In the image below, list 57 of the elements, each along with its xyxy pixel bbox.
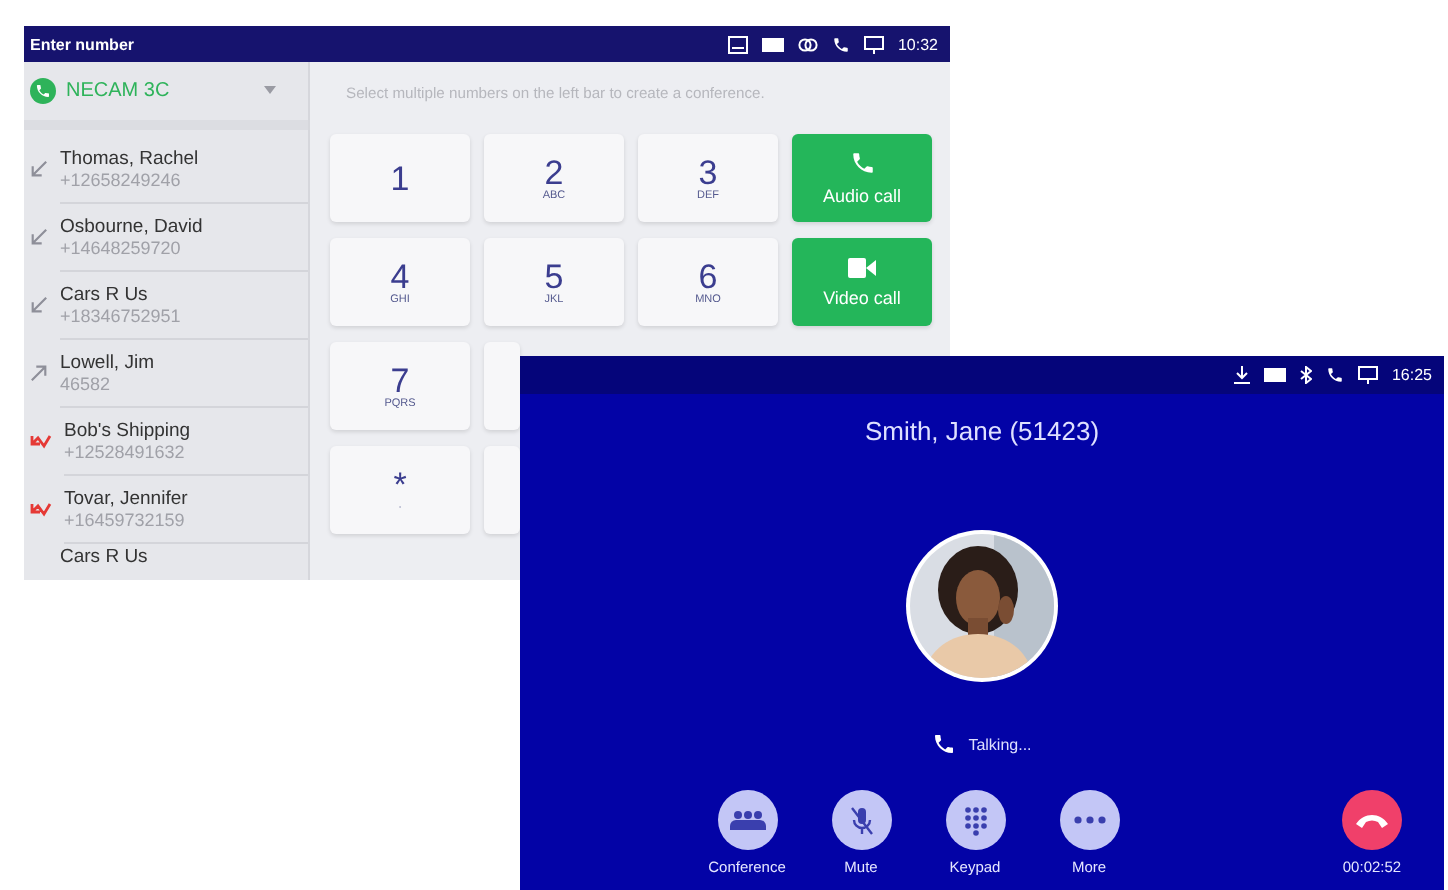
- more-button[interactable]: [1059, 790, 1119, 850]
- contact-name: Cars R Us: [60, 546, 150, 569]
- contact-name: Lowell, Jim: [60, 351, 156, 374]
- phone-number: +12658249246: [60, 169, 183, 190]
- phone-number: 46582: [60, 373, 113, 394]
- monitor-icon: [863, 35, 884, 53]
- call-history-item[interactable]: Tovar, Jennifer +16459732159: [24, 475, 308, 544]
- call-history-item[interactable]: Cars R Us: [24, 543, 308, 580]
- contact-name: Thomas, Rachel: [60, 147, 201, 170]
- more-icon: [1073, 816, 1105, 824]
- dial-key[interactable]: 1: [330, 134, 470, 222]
- call-history-item[interactable]: Thomas, Rachel +12658249246: [24, 135, 308, 204]
- phone-number: +16459732159: [64, 509, 187, 530]
- hdmi-icon: [1263, 368, 1286, 382]
- screenshot-icon[interactable]: [727, 35, 748, 53]
- caller-name: Smith, Jane (51423): [864, 416, 1100, 446]
- phone-icon: [1325, 366, 1344, 384]
- hdmi-icon: [761, 37, 784, 51]
- phone-icon: [849, 150, 875, 176]
- clock: 10:32: [897, 35, 938, 53]
- contact-name: Osbourne, David: [60, 215, 205, 238]
- outgoing-arrow-icon: [30, 364, 48, 383]
- phone-number: +14648259720: [60, 237, 183, 258]
- hang-up-button[interactable]: [1342, 790, 1402, 850]
- call-status: Talking...: [968, 735, 1032, 753]
- incoming-arrow-icon: [30, 160, 48, 179]
- contact-name: Tovar, Jennifer: [64, 487, 190, 510]
- monitor-icon: [1357, 366, 1378, 384]
- contact-name: Bob's Shipping: [64, 419, 193, 442]
- clock: 16:25: [1391, 366, 1432, 384]
- video-camera-icon: [848, 257, 876, 277]
- group-button[interactable]: [717, 790, 777, 850]
- call-history-item[interactable]: Lowell, Jim 46582: [24, 339, 308, 408]
- call-history-item[interactable]: Bob's Shipping +12528491632: [24, 407, 308, 476]
- dropdown-caret-icon: [264, 86, 276, 95]
- mic-off-button[interactable]: [831, 790, 891, 850]
- missed-call-icon: [30, 501, 52, 518]
- mic-off-icon: [849, 805, 873, 835]
- incoming-arrow-icon: [30, 228, 48, 247]
- phone-icon: [932, 732, 957, 756]
- phone-icon: [30, 77, 56, 104]
- group-icon: [729, 810, 765, 830]
- phone-number: +12528491632: [64, 441, 187, 462]
- phone-icon: [831, 35, 850, 53]
- phone-number: +18346752951: [60, 305, 183, 326]
- incoming-arrow-icon: [30, 296, 48, 315]
- keypad-icon: [963, 805, 987, 835]
- call-history-item[interactable]: Cars R Us +18346752951: [24, 271, 308, 340]
- link-icon: [797, 35, 818, 53]
- call-history-item[interactable]: Osbourne, David +14648259720: [24, 203, 308, 272]
- bluetooth-icon: [1299, 366, 1312, 384]
- hang-up-icon: [1356, 813, 1388, 827]
- contact-name: Cars R Us: [60, 283, 150, 306]
- missed-call-icon: [30, 433, 52, 450]
- download-icon: [1233, 366, 1250, 384]
- screen-title: Enter number: [30, 35, 137, 53]
- keypad-button[interactable]: [945, 790, 1005, 850]
